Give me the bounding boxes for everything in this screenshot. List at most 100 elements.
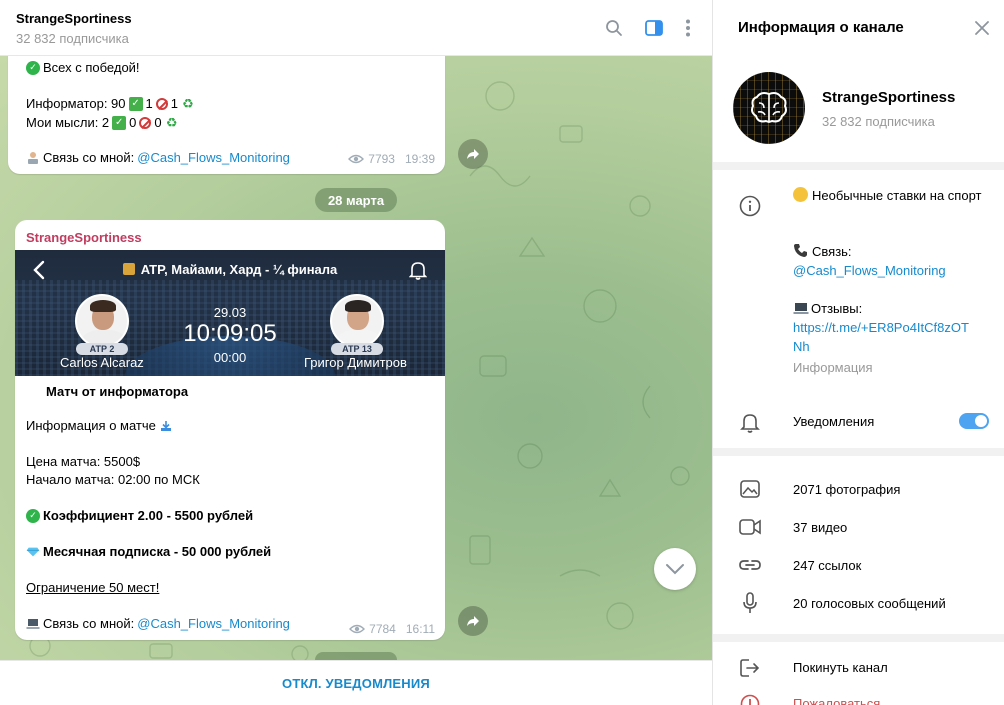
laptop-icon <box>793 301 809 315</box>
channel-profile: StrangeSportiness 32 832 подписчика <box>713 56 1004 162</box>
chat-background: ✓ Всех с победой! Информатор: 90 ✓ 1 1 ♻… <box>0 56 712 660</box>
info-icon <box>738 194 762 218</box>
report-channel-button[interactable]: Пожаловаться <box>713 688 1004 705</box>
sidebar-toggle-icon[interactable] <box>642 16 666 40</box>
check-box-icon: ✓ <box>112 115 127 130</box>
relieved-face-icon <box>793 187 808 202</box>
logout-icon <box>738 656 762 680</box>
message-text: Связь со мной: <box>43 150 135 165</box>
message-text: 1 <box>170 96 178 111</box>
message-line: Месячная подписка - 50 000 рублей <box>26 544 271 559</box>
brain-icon <box>751 92 787 124</box>
leave-channel-button[interactable]: Покинуть канал <box>713 652 1004 684</box>
notifications-toggle[interactable] <box>959 413 989 429</box>
diamond-icon <box>26 545 40 559</box>
check-box-icon: ✓ <box>128 96 143 111</box>
search-icon[interactable] <box>602 16 626 40</box>
media-row-photos[interactable]: 2071 фотография <box>713 470 1004 508</box>
check-mark-icon: ✓ <box>26 508 40 523</box>
media-row-voice[interactable]: 20 голосовых сообщений <box>713 584 1004 622</box>
view-count: 7793 <box>368 152 395 166</box>
message-text: Цена матча: 5500$ <box>26 454 141 469</box>
views-icon <box>349 624 366 634</box>
message-bubble[interactable]: StrangeSportiness ATP, Майами, Хард - ¼ … <box>15 220 445 640</box>
contact-link[interactable]: @Cash_Flows_Monitoring <box>137 616 290 631</box>
forward-icon <box>467 149 479 159</box>
message-text: Мои мысли: 2 <box>26 115 110 130</box>
scroll-down-button[interactable] <box>654 548 696 590</box>
match-card-image[interactable]: ATP, Майами, Хард - ¼ финала ATP 2 Carlo… <box>15 250 445 376</box>
message-text: Информация о матче <box>26 418 156 433</box>
channel-about: Необычные ставки на спорт Связь: @Cash_F… <box>713 170 1004 448</box>
forward-button[interactable] <box>458 139 488 169</box>
message-text: 0 <box>129 115 137 130</box>
reviews-link-continued[interactable]: Nh <box>793 339 810 354</box>
mute-notifications-button[interactable]: ОТКЛ. УВЕДОМЛЕНИЯ <box>282 676 430 691</box>
message-line: Информатор: 90 ✓ 1 1 ♻ <box>26 95 195 112</box>
message-line: Связь со мной: @Cash_Flows_Monitoring <box>26 150 290 165</box>
report-channel-label: Пожаловаться <box>793 696 881 705</box>
notifications-label: Уведомления <box>793 414 875 429</box>
recycle-icon: ♻ <box>182 95 194 111</box>
media-row-label: 37 видео <box>793 520 848 535</box>
close-icon[interactable] <box>971 17 993 39</box>
message-bubble[interactable]: ✓ Всех с победой! Информатор: 90 ✓ 1 1 ♻… <box>8 56 445 174</box>
forward-icon <box>467 616 479 626</box>
laptop-icon <box>26 617 40 631</box>
photo-icon <box>738 477 762 501</box>
date-divider: 28 марта <box>315 188 397 212</box>
match-clock: 10:09:05 <box>183 320 277 347</box>
contact-block: Связь: @Cash_Flows_Monitoring <box>793 242 993 280</box>
contact-link[interactable]: @Cash_Flows_Monitoring <box>137 150 290 165</box>
message-line: Информация о матче <box>26 418 173 433</box>
message-time: 16:11 <box>405 622 435 636</box>
chat-title[interactable]: StrangeSportiness <box>16 11 132 26</box>
download-icon <box>159 419 173 433</box>
tournament-label: ATP, Майами, Хард - ¼ финала <box>140 262 338 277</box>
tournament-title: ATP, Майами, Хард - ¼ финала <box>15 262 445 277</box>
media-row-label: 2071 фотография <box>793 482 901 497</box>
channel-description: Необычные ставки на спорт <box>793 186 993 205</box>
media-row-label: 247 ссылок <box>793 558 862 573</box>
message-author[interactable]: StrangeSportiness <box>26 230 142 245</box>
reviews-link[interactable]: https://t.me/+ER8Po4ItCf8zOT <box>793 320 969 335</box>
more-vertical-icon[interactable] <box>676 16 700 40</box>
message-line: ✓ Коэффициент 2.00 - 5500 рублей <box>26 508 253 523</box>
trophy-icon <box>122 263 135 275</box>
forward-button[interactable] <box>458 606 488 636</box>
chat-subscriber-count: 32 832 подписчика <box>16 31 129 46</box>
bell-icon <box>738 410 762 434</box>
media-row-videos[interactable]: 37 видео <box>713 508 1004 546</box>
channel-subscribers: 32 832 подписчика <box>822 114 935 129</box>
report-icon <box>738 692 762 705</box>
chat-footer: ОТКЛ. УВЕДОМЛЕНИЯ <box>0 660 712 705</box>
media-row-label: 20 голосовых сообщений <box>793 596 946 611</box>
message-meta: 7784 16:11 <box>349 622 435 636</box>
shared-media: 2071 фотография 37 видео 247 ссылок 20 г… <box>713 456 1004 634</box>
link-icon <box>738 553 762 577</box>
microphone-icon <box>738 591 762 615</box>
channel-avatar[interactable] <box>733 72 805 144</box>
message-time: 19:39 <box>404 152 435 166</box>
view-count: 7784 <box>369 622 396 636</box>
channel-actions: Покинуть канал Пожаловаться <box>713 642 1004 705</box>
prohibited-icon <box>155 97 168 110</box>
info-title: Информация о канале <box>738 19 904 36</box>
leave-channel-label: Покинуть канал <box>793 660 888 675</box>
media-row-links[interactable]: 247 ссылок <box>713 546 1004 584</box>
prohibited-icon <box>139 116 152 129</box>
check-mark-icon: ✓ <box>26 60 40 75</box>
person-laptop-icon <box>26 151 40 165</box>
reviews-block: Отзывы: https://t.me/+ER8Po4ItCf8zOT Nh <box>793 299 993 356</box>
message-text: 0 <box>154 115 162 130</box>
views-icon <box>348 154 365 164</box>
contact-link[interactable]: @Cash_Flows_Monitoring <box>793 263 946 278</box>
message-text: Начало матча: 02:00 по МСК <box>26 472 200 487</box>
message-line: Связь со мной: @Cash_Flows_Monitoring <box>26 616 290 631</box>
match-timer: 00:00 <box>213 350 247 365</box>
message-line: ✓ Всех с победой! <box>26 60 140 75</box>
date-divider-partial <box>315 652 397 660</box>
chat-header[interactable]: StrangeSportiness 32 832 подписчика <box>0 0 712 56</box>
chat-area: StrangeSportiness 32 832 подписчика ✓ Вс… <box>0 0 712 705</box>
reviews-label: Отзывы: <box>811 301 863 316</box>
